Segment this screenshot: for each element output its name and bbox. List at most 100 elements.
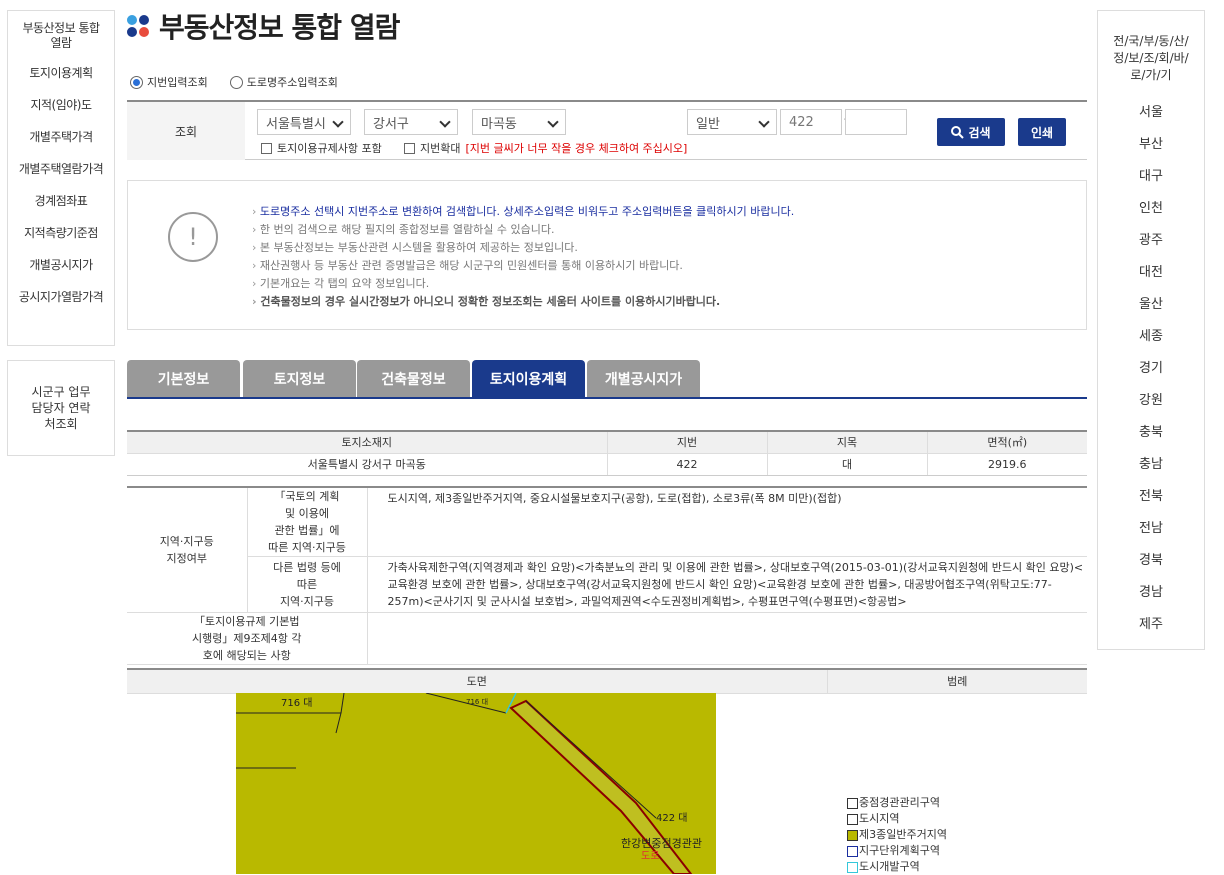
zoom-warning: [지번 글씨가 너무 작을 경우 체크하여 주십시오]: [465, 142, 688, 155]
legend-item: 도시개발구역: [847, 859, 947, 875]
legend-label: 중점경관관리구역: [859, 796, 940, 809]
legend-item: 도시지역: [847, 811, 947, 827]
search-label: 조회: [127, 102, 245, 160]
map-table: 도면 범례: [127, 668, 1087, 694]
tab-1[interactable]: 토지정보: [243, 360, 356, 397]
right-nav: 전/국/부/동/산/정/보/조/회/바/로/가/기 서울 부산 대구 인천 광주 대전 울산…: [1097, 10, 1205, 650]
region-link[interactable]: 경남: [1098, 574, 1204, 606]
zone-sub3-value: [367, 612, 1087, 665]
region-link[interactable]: 부산: [1098, 126, 1204, 158]
map-label-landscape: 한강변중점경관관: [621, 837, 702, 850]
region-link[interactable]: 광주: [1098, 222, 1204, 254]
zoom-checkbox-label: 지번확대: [420, 142, 461, 155]
legend-header: 범례: [827, 669, 1087, 694]
page-title-area: 부동산정보 통합 열람: [127, 6, 400, 46]
land-map[interactable]: 716 대 716 대 422 대 한강변중점경관관 도로: [236, 693, 716, 874]
region-link[interactable]: 경기: [1098, 350, 1204, 382]
region-link[interactable]: 강원: [1098, 382, 1204, 414]
region-link[interactable]: 세종: [1098, 318, 1204, 350]
land-header-location: 토지소재지: [127, 431, 608, 454]
notice-item: 한 번의 검색으로 해당 필지의 종합정보를 열람하실 수 있습니다.: [252, 221, 794, 239]
notice-item: 재산권행사 등 부동산 관련 증명발급은 해당 시군구의 민원센터를 통해 이용…: [252, 257, 794, 275]
map-label-422: 422 대: [656, 812, 687, 824]
map-label-716b: 716 대: [466, 698, 488, 706]
region-link[interactable]: 대전: [1098, 254, 1204, 286]
zoom-checkbox[interactable]: 지번확대 [지번 글씨가 너무 작을 경우 체크하여 주십시오]: [404, 140, 687, 156]
legend-swatch: [847, 845, 858, 857]
region-link[interactable]: 경북: [1098, 542, 1204, 574]
left-nav-item[interactable]: 경계점좌표: [8, 185, 114, 217]
left-nav-item[interactable]: 지적(임야)도: [8, 89, 114, 121]
search-panel: 조회 서울특별시 강서구 마곡동 일반 422 - 토지이용규제사항 포함 지번…: [127, 100, 1087, 160]
radio-road-icon[interactable]: [229, 75, 243, 89]
page-title: 부동산정보 통합 열람: [159, 11, 400, 44]
legend-label: 도시개발구역: [859, 860, 920, 873]
land-header-jimok: 지목: [767, 431, 928, 454]
zone-sub2-value: 가축사육제한구역(지역경제과 확인 요망)<가축분뇨의 관리 및 이용에 관한 …: [367, 556, 1087, 613]
region-link[interactable]: 대구: [1098, 158, 1204, 190]
region-link[interactable]: 전남: [1098, 510, 1204, 542]
contact-link[interactable]: 시군구 업무담당자 연락처조회: [7, 360, 115, 456]
notice-list: 도로명주소 선택시 지번주소로 변환하여 검색합니다. 상세주소입력은 비워두고…: [252, 203, 794, 311]
legend-list: 중점경관관리구역도시지역 제3종일반주거지역 지구단위계획구역 도시개발구역: [847, 795, 947, 875]
regulation-checkbox-icon[interactable]: [261, 142, 272, 154]
zone-table: 지역·지구등 지정여부 「국토의 계획 및 이용에 관한 법률」에 따른 지역·…: [127, 486, 1087, 665]
land-area: 2919.6: [927, 453, 1087, 476]
land-header-area: 면적(㎡): [927, 431, 1087, 454]
search-button-label: 검색: [968, 125, 991, 140]
notice-item: 건축물정보의 경우 실시간정보가 아니오니 정확한 정보조회는 세움터 사이트를…: [252, 293, 794, 311]
right-nav-title: 전/국/부/동/산/정/보/조/회/바/로/가/기: [1113, 34, 1189, 82]
legend-swatch: [847, 813, 858, 825]
left-nav-item[interactable]: 공시지가열람가격: [8, 281, 114, 313]
zone-sub1-label: 「국토의 계획 및 이용에 관한 법률」에 따른 지역·지구등: [247, 487, 368, 557]
regulation-checkbox-label: 토지이용규제사항 포함: [277, 142, 382, 155]
left-nav-item[interactable]: 개별주택열람가격: [8, 153, 114, 185]
legend-item: 제3종일반주거지역: [847, 827, 947, 843]
land-header-jibun: 지번: [607, 431, 768, 454]
region-link[interactable]: 인천: [1098, 190, 1204, 222]
map-header: 도면: [127, 669, 828, 694]
sido-select[interactable]: 서울특별시: [257, 109, 351, 135]
zoom-checkbox-icon[interactable]: [404, 142, 415, 154]
search-button[interactable]: 검색: [937, 118, 1005, 146]
map-drawing: 716 대 716 대 422 대 한강변중점경관관 도로: [236, 693, 716, 874]
notice-item: 본 부동산정보는 부동산관련 시스템을 활용하여 제공하는 정보입니다.: [252, 239, 794, 257]
type-select[interactable]: 일반: [687, 109, 777, 135]
print-button[interactable]: 인쇄: [1018, 118, 1066, 146]
logo-dots-icon: [127, 15, 149, 37]
left-nav-item[interactable]: 토지이용계획: [8, 57, 114, 89]
region-link[interactable]: 충북: [1098, 414, 1204, 446]
legend-swatch: [847, 829, 858, 841]
sigungu-select[interactable]: 강서구: [364, 109, 458, 135]
notice-item: 기본개요는 각 탭의 요약 정보입니다.: [252, 275, 794, 293]
region-link[interactable]: 울산: [1098, 286, 1204, 318]
radio-jibun-icon[interactable]: [130, 75, 143, 89]
sub-number-input[interactable]: [845, 109, 907, 135]
regulation-checkbox[interactable]: 토지이용규제사항 포함: [261, 140, 382, 156]
left-nav-item[interactable]: 개별주택가격: [8, 121, 114, 153]
tab-4[interactable]: 개별공시지가: [587, 360, 700, 397]
main-number-input[interactable]: 422: [780, 109, 842, 135]
land-jibun: 422: [607, 453, 768, 476]
region-link[interactable]: 제주: [1098, 606, 1204, 638]
legend-swatch: [847, 861, 858, 873]
region-link[interactable]: 서울: [1098, 94, 1204, 126]
radio-road[interactable]: 도로명주소입력조회: [229, 74, 338, 90]
search-icon: [951, 125, 965, 139]
left-nav-item[interactable]: 부동산정보 통합 열람: [8, 11, 114, 57]
tab-0[interactable]: 기본정보: [127, 360, 240, 397]
region-link[interactable]: 충남: [1098, 446, 1204, 478]
left-nav-item[interactable]: 지적측량기준점: [8, 217, 114, 249]
radio-jibun[interactable]: 지번입력조회: [130, 74, 208, 90]
region-link[interactable]: 전북: [1098, 478, 1204, 510]
tab-3[interactable]: 토지이용계획: [472, 360, 585, 397]
dong-select[interactable]: 마곡동: [472, 109, 566, 135]
legend-item: 지구단위계획구역: [847, 843, 947, 859]
left-nav-item[interactable]: 개별공시지가: [8, 249, 114, 281]
contact-label: 시군구 업무담당자 연락처조회: [31, 385, 91, 431]
search-mode-radios: 지번입력조회 도로명주소입력조회: [130, 74, 338, 90]
radio-jibun-label: 지번입력조회: [147, 76, 208, 89]
tab-2[interactable]: 건축물정보: [357, 360, 470, 397]
zone-sub1-value: 도시지역, 제3종일반주거지역, 중요시설물보호지구(공항), 도로(접합), …: [367, 487, 1087, 557]
zone-sub3-label: 「토지이용규제 기본법 시행령」제9조제4항 각 호에 해당되는 사항: [127, 612, 368, 665]
